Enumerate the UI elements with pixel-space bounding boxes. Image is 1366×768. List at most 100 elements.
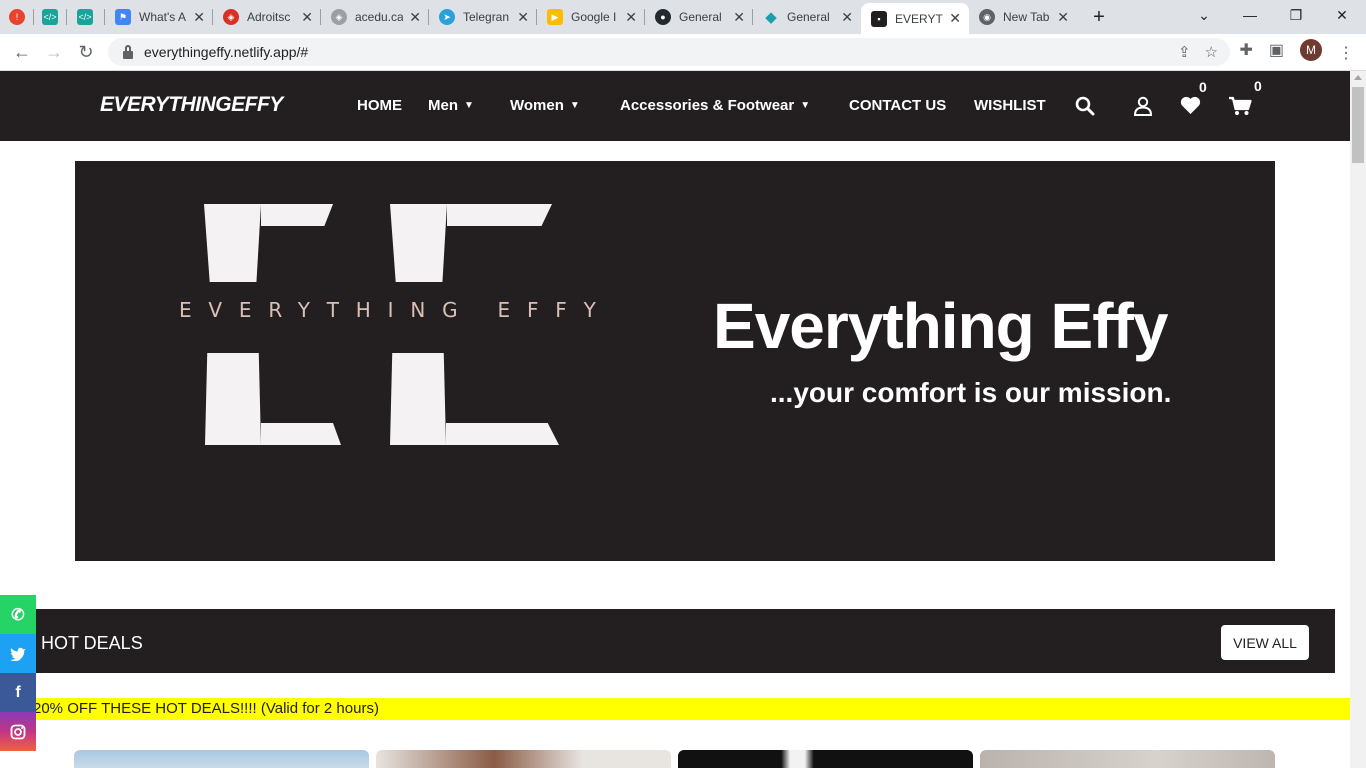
- scroll-up-arrow-icon[interactable]: [1354, 75, 1362, 80]
- site-logo[interactable]: EVERYTHINGEFFY: [100, 93, 283, 117]
- extensions-icon[interactable]: ✚: [1239, 40, 1252, 60]
- instagram-icon[interactable]: [0, 712, 36, 751]
- browser-tab[interactable]: ● General ✕: [645, 0, 753, 34]
- meet-icon: ▶: [547, 9, 563, 25]
- profile-avatar[interactable]: M: [1300, 39, 1322, 61]
- browser-tab[interactable]: ▶ Google I ✕: [537, 0, 645, 34]
- hot-deals-bar: HOT DEALS VIEW ALL: [0, 609, 1335, 673]
- tab-title: Adroitsc: [247, 10, 291, 24]
- view-all-button[interactable]: VIEW ALL: [1221, 625, 1309, 660]
- code-icon: </>: [77, 9, 93, 25]
- hero-brand-text: EVERYTHING EFFY: [179, 298, 613, 322]
- compass-icon: ◈: [223, 9, 239, 25]
- forward-icon[interactable]: →: [38, 36, 70, 68]
- nav-women[interactable]: Women ▼: [510, 97, 580, 114]
- nav-contact[interactable]: CONTACT US: [849, 97, 946, 114]
- side-panel-icon[interactable]: ▣: [1269, 40, 1284, 60]
- site-header: EVERYTHINGEFFY HOME Men ▼ Women ▼ Accessor…: [0, 71, 1350, 141]
- browser-tab[interactable]: ⚑ What's A ✕: [105, 0, 213, 34]
- close-icon[interactable]: ✕: [949, 10, 961, 27]
- site-favicon-icon: ▪: [871, 10, 887, 27]
- tab-title: EVERYTH: [895, 11, 943, 26]
- menu-kebab-icon[interactable]: ⋮: [1338, 43, 1354, 63]
- instagram-camera-icon: [10, 724, 26, 739]
- close-icon[interactable]: ✕: [625, 9, 637, 26]
- hero-tagline: ...your comfort is our mission.: [770, 377, 1172, 408]
- heart-icon[interactable]: [1180, 96, 1201, 115]
- nav-label: HOME: [357, 97, 402, 114]
- minimize-icon[interactable]: —: [1227, 0, 1273, 30]
- chevron-down-icon: ▼: [464, 100, 474, 111]
- tab-title: General: [787, 10, 830, 24]
- browser-tab[interactable]: !: [0, 0, 34, 34]
- close-icon[interactable]: ✕: [517, 9, 529, 26]
- tab-title: Telegran: [463, 10, 510, 24]
- browser-tab[interactable]: ◉ New Tab ✕: [969, 0, 1077, 34]
- address-bar[interactable]: everythingeffy.netlify.app/# ⇪ ☆: [108, 38, 1230, 66]
- tab-title: Google I: [571, 10, 617, 24]
- chevron-down-icon: ▼: [569, 100, 580, 111]
- tab-search-icon[interactable]: ⌄: [1181, 0, 1227, 30]
- browser-tab[interactable]: </>: [67, 0, 105, 34]
- close-icon[interactable]: ✕: [1057, 9, 1069, 26]
- close-window-icon[interactable]: ✕: [1319, 0, 1365, 30]
- back-icon[interactable]: ←: [6, 36, 38, 68]
- close-icon[interactable]: ✕: [409, 9, 421, 26]
- browser-tab[interactable]: ➤ Telegran ✕: [429, 0, 537, 34]
- new-tab-button[interactable]: +: [1085, 3, 1113, 31]
- browser-tab[interactable]: ◈ Adroitsc ✕: [213, 0, 321, 34]
- page-scrollbar[interactable]: [1350, 71, 1366, 768]
- browser-tab[interactable]: ◆ General ✕: [753, 0, 861, 34]
- tab-title: acedu.ca: [355, 10, 404, 24]
- close-icon[interactable]: ✕: [301, 9, 313, 26]
- hot-deals-title: HOT DEALS: [41, 633, 143, 653]
- nav-wishlist[interactable]: WISHLIST: [974, 97, 1046, 114]
- browser-tab[interactable]: ◈ acedu.ca ✕: [321, 0, 429, 34]
- browser-tab-active[interactable]: ▪ EVERYTH ✕: [861, 3, 969, 34]
- tab-title: New Tab: [1003, 10, 1050, 24]
- product-card[interactable]: [376, 750, 671, 768]
- user-icon[interactable]: [1133, 96, 1153, 116]
- bookmark-star-icon[interactable]: ☆: [1205, 43, 1218, 61]
- facebook-icon[interactable]: f: [0, 673, 36, 712]
- url-text: everythingeffy.netlify.app/#: [144, 44, 309, 60]
- tab-title: What's A: [139, 10, 186, 24]
- close-icon[interactable]: ✕: [733, 9, 745, 26]
- product-card[interactable]: [74, 750, 369, 768]
- browser-tab[interactable]: </>: [34, 0, 67, 34]
- nav-label: Men: [428, 97, 458, 114]
- flag-icon: ⚑: [115, 9, 131, 25]
- wishlist-count-badge: 0: [1199, 79, 1207, 95]
- github-icon: ●: [655, 9, 671, 25]
- alert-icon: !: [9, 9, 25, 25]
- share-icon[interactable]: ⇪: [1178, 43, 1191, 61]
- compass-icon: ◈: [331, 9, 347, 25]
- browser-tab-strip: ! </> </> ⚑ What's A ✕ ◈ Adroitsc ✕ ◈ ac…: [0, 0, 1366, 34]
- cart-count-badge: 0: [1254, 78, 1262, 94]
- close-icon[interactable]: ✕: [841, 9, 853, 26]
- twitter-icon[interactable]: [0, 634, 36, 673]
- nav-accessories[interactable]: Accessories & Footwear ▼: [620, 97, 810, 114]
- nav-label: Accessories & Footwear: [620, 97, 795, 114]
- chevron-down-icon: ▼: [800, 100, 811, 111]
- product-card[interactable]: [678, 750, 973, 768]
- browser-toolbar: ← → ↻ everythingeffy.netlify.app/# ⇪ ☆ ✚…: [0, 34, 1366, 71]
- nav-label: CONTACT US: [849, 97, 947, 114]
- cart-icon[interactable]: [1228, 96, 1252, 116]
- search-icon[interactable]: [1075, 96, 1095, 116]
- nav-label: WISHLIST: [974, 97, 1046, 114]
- whatsapp-icon[interactable]: ✆: [0, 595, 36, 634]
- diamond-icon: ◆: [765, 9, 777, 26]
- close-icon[interactable]: ✕: [193, 9, 205, 26]
- hero-banner: EVERYTHING EFFY Everything Effy ...your …: [75, 161, 1275, 561]
- nav-label: Women: [510, 97, 564, 114]
- reload-icon[interactable]: ↻: [70, 36, 102, 68]
- product-card[interactable]: [980, 750, 1275, 768]
- tab-title: General: [679, 10, 722, 24]
- nav-men[interactable]: Men ▼: [428, 97, 474, 114]
- telegram-icon: ➤: [439, 9, 455, 25]
- restore-icon[interactable]: ❐: [1273, 0, 1319, 30]
- nav-home[interactable]: HOME: [357, 97, 402, 114]
- chrome-icon: ◉: [979, 9, 995, 25]
- scrollbar-thumb[interactable]: [1352, 87, 1364, 163]
